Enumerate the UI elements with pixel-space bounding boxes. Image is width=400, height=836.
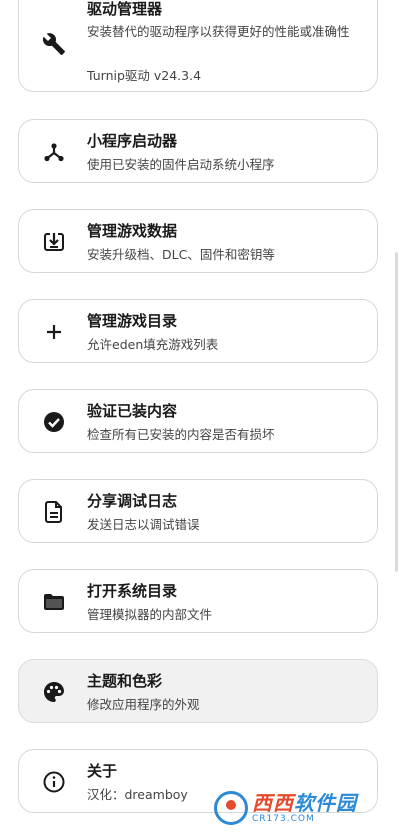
driver-manager-desc: 安装替代的驱动程序以获得更好的性能或准确性: [87, 24, 350, 39]
theme-colors-title: 主题和色彩: [87, 672, 163, 690]
theme-colors-card[interactable]: 主题和色彩 修改应用程序的外观: [18, 659, 378, 723]
applet-launcher-card[interactable]: 小程序启动器 使用已安装的固件启动系统小程序: [18, 119, 378, 183]
manage-game-dir-card[interactable]: 管理游戏目录 允许eden填充游戏列表: [18, 299, 378, 363]
verify-content-title: 验证已装内容: [87, 402, 178, 420]
watermark-sub-text: CR173.COM: [252, 814, 315, 824]
watermark-logo: 西西软件园 CR173.COM: [214, 788, 388, 828]
manage-game-dir-desc: 允许eden填充游戏列表: [87, 337, 219, 352]
check-circle-icon: [41, 409, 67, 435]
plus-icon: [41, 319, 67, 345]
driver-version: Turnip驱动 v24.3.4: [87, 68, 202, 83]
verify-content-card[interactable]: 验证已装内容 检查所有已安装的内容是否有损坏: [18, 389, 378, 453]
open-system-dir-card[interactable]: 打开系统目录 管理模拟器的内部文件: [18, 569, 378, 633]
open-system-dir-desc: 管理模拟器的内部文件: [87, 607, 213, 622]
theme-colors-desc: 修改应用程序的外观: [87, 697, 200, 712]
applet-launcher-title: 小程序启动器: [87, 132, 178, 150]
manage-game-data-card[interactable]: 管理游戏数据 安装升级档、DLC、固件和密钥等: [18, 209, 378, 273]
manage-game-data-desc: 安装升级档、DLC、固件和密钥等: [87, 247, 275, 262]
driver-manager-card[interactable]: 驱动管理器 安装替代的驱动程序以获得更好的性能或准确性 Turnip驱动 v24…: [18, 0, 378, 92]
document-icon: [41, 499, 67, 525]
folder-icon: [41, 589, 67, 615]
share-log-title: 分享调试日志: [87, 492, 178, 510]
watermark-main-text: 西西软件园: [252, 791, 357, 815]
wrench-icon: [41, 31, 67, 57]
palette-icon: [41, 679, 67, 705]
watermark-emblem-icon: [214, 791, 248, 825]
applet-hub-icon: [41, 139, 67, 165]
info-icon: [41, 769, 67, 795]
open-system-dir-title: 打开系统目录: [87, 582, 178, 600]
share-log-card[interactable]: 分享调试日志 发送日志以调试错误: [18, 479, 378, 543]
applet-launcher-desc: 使用已安装的固件启动系统小程序: [87, 157, 275, 172]
driver-manager-title: 驱动管理器: [87, 0, 163, 18]
verify-content-desc: 检查所有已安装的内容是否有损坏: [87, 427, 275, 442]
share-log-desc: 发送日志以调试错误: [87, 517, 200, 532]
manage-game-data-title: 管理游戏数据: [87, 222, 178, 240]
about-title: 关于: [87, 762, 118, 780]
scrollbar[interactable]: [395, 252, 398, 572]
manage-game-dir-title: 管理游戏目录: [87, 312, 178, 330]
install-icon: [41, 229, 67, 255]
